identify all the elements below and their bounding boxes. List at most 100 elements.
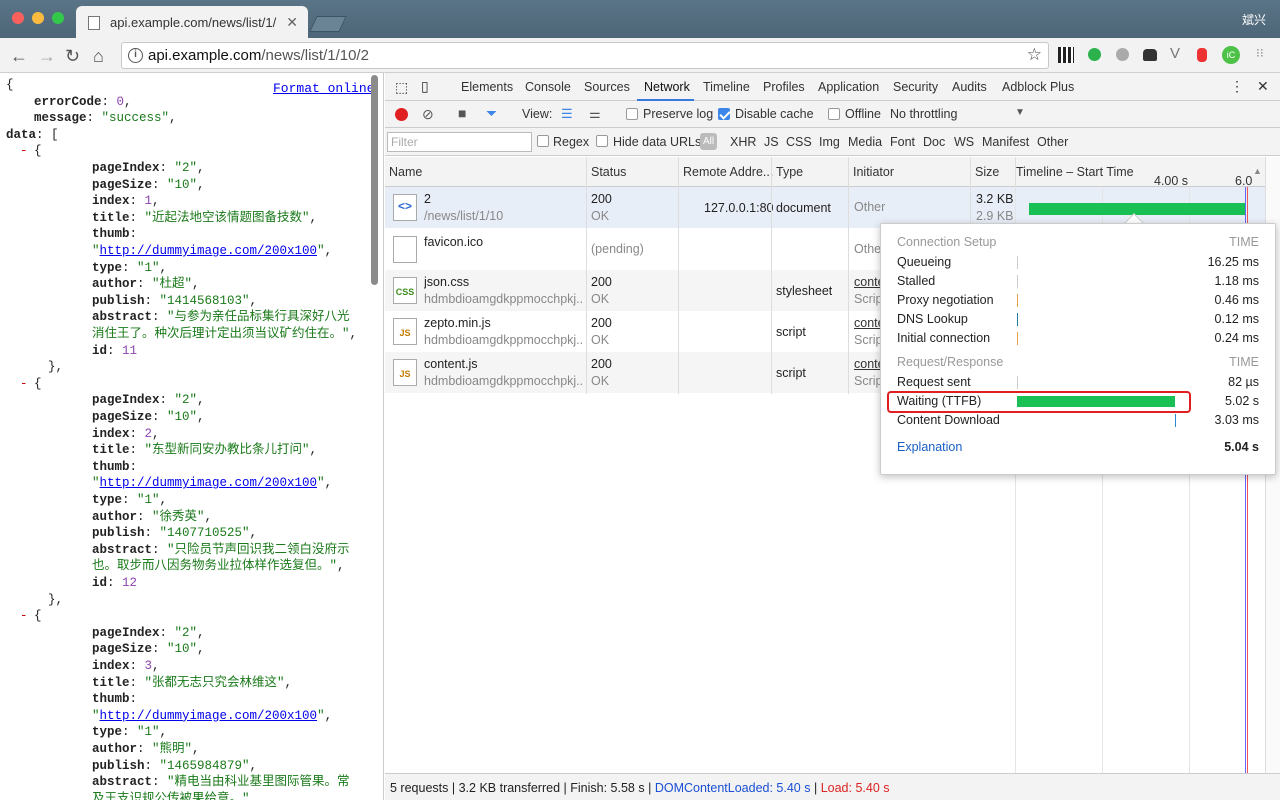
waterfall-view-icon[interactable]: ⚌ — [589, 106, 601, 122]
tab-elements[interactable]: Elements — [461, 80, 513, 94]
json-token: : — [137, 742, 153, 756]
filter-manifest[interactable]: Manifest — [982, 135, 1029, 149]
disable-cache-label: Disable cache — [735, 107, 814, 121]
preserve-log-checkbox[interactable] — [626, 108, 638, 120]
filter-media[interactable]: Media — [848, 135, 882, 149]
more-menu-icon[interactable]: ⋮ — [1230, 78, 1244, 95]
filter-xhr[interactable]: XHR — [730, 135, 756, 149]
disable-cache-checkbox[interactable] — [718, 108, 730, 120]
json-token: { — [34, 609, 42, 624]
reload-icon[interactable]: ↻ — [65, 46, 80, 67]
address-bar[interactable]: i api.example.com/news/list/1/10/2 ☆ — [121, 42, 1049, 69]
collapse-toggle-icon[interactable]: - — [20, 608, 28, 625]
maximize-window-button[interactable] — [52, 12, 64, 24]
column-remote-address[interactable]: Remote Addre... — [683, 165, 773, 179]
column-initiator[interactable]: Initiator — [853, 165, 894, 179]
format-online-link[interactable]: Format online — [273, 81, 374, 96]
bookmark-star-icon[interactable]: ☆ — [1027, 45, 1042, 65]
explanation-link[interactable]: Explanation — [897, 440, 962, 454]
filter-icon[interactable]: ⏷ — [486, 105, 497, 122]
new-tab-button[interactable] — [309, 16, 347, 32]
column-timeline[interactable]: Timeline – Start Time — [1016, 165, 1134, 179]
inspect-element-icon[interactable]: ⬚ — [395, 79, 408, 96]
tab-audits[interactable]: Audits — [952, 80, 987, 94]
json-token: "2" — [174, 625, 198, 640]
browser-tab[interactable]: api.example.com/news/list/1/ ✕ — [76, 6, 308, 38]
adblock-extension-icon[interactable] — [1197, 48, 1207, 62]
filter-css[interactable]: CSS — [786, 135, 812, 149]
filter-ws[interactable]: WS — [954, 135, 974, 149]
request-status-text: OK — [591, 292, 610, 306]
json-token: , — [349, 327, 358, 341]
column-type[interactable]: Type — [776, 165, 803, 179]
tab-adblock-plus[interactable]: Adblock Plus — [1002, 80, 1074, 94]
json-token: abstract — [92, 310, 153, 325]
json-line: pageSize: "10", — [92, 177, 205, 194]
tab-security[interactable]: Security — [893, 80, 938, 94]
info-icon[interactable]: i — [128, 48, 143, 63]
throttling-select[interactable]: No throttling — [890, 107, 957, 121]
json-token: : — [129, 459, 138, 474]
forward-icon[interactable]: → — [38, 46, 56, 67]
json-scrollbar[interactable] — [371, 75, 378, 285]
filter-other[interactable]: Other — [1037, 135, 1068, 149]
capture-screenshots-icon[interactable]: ■ — [458, 105, 466, 121]
timing-bar — [1017, 376, 1018, 389]
collapse-toggle-icon[interactable]: - — [20, 376, 28, 393]
device-toolbar-icon[interactable]: ▯ — [421, 78, 429, 95]
thumb-link[interactable]: http://dummyimage.com/200x100 — [100, 476, 318, 490]
filter-all[interactable]: All — [700, 133, 717, 150]
tab-profiles[interactable]: Profiles — [763, 80, 805, 94]
column-size[interactable]: Size — [975, 165, 999, 179]
thumb-link[interactable]: http://dummyimage.com/200x100 — [100, 244, 318, 258]
minimize-window-button[interactable] — [32, 12, 44, 24]
tab-sources[interactable]: Sources — [584, 80, 630, 94]
close-devtools-icon[interactable]: ✕ — [1257, 78, 1269, 95]
regex-checkbox[interactable] — [537, 135, 549, 147]
json-token: "张都无志只究会林维这" — [144, 675, 285, 690]
tab-application[interactable]: Application — [818, 80, 879, 94]
list-view-icon[interactable]: ☰ — [561, 106, 573, 122]
sort-up-icon[interactable]: ▲ — [1253, 166, 1262, 176]
tab-timeline[interactable]: Timeline — [703, 80, 750, 94]
json-token: : — [144, 526, 160, 541]
close-window-button[interactable] — [12, 12, 24, 24]
record-icon[interactable] — [395, 108, 408, 121]
waterfall-bar[interactable] — [1029, 203, 1245, 215]
chevron-down-icon[interactable]: ▼ — [1015, 107, 1025, 118]
qr-code-icon[interactable] — [1058, 47, 1074, 63]
filter-doc[interactable]: Doc — [923, 135, 945, 149]
collapse-toggle-icon[interactable]: - — [20, 143, 28, 160]
file-type-icon — [393, 236, 417, 263]
thumb-link[interactable]: http://dummyimage.com/200x100 — [100, 709, 318, 723]
profile-name[interactable]: 斌兴 — [1242, 11, 1266, 28]
clear-icon[interactable]: ⊘ — [422, 106, 434, 123]
tab-console[interactable]: Console — [525, 80, 571, 94]
column-name[interactable]: Name — [389, 165, 422, 179]
timing-row: Stalled 1.18 ms — [897, 272, 1259, 291]
hide-data-urls-checkbox[interactable] — [596, 135, 608, 147]
green-dot-extension-icon[interactable] — [1088, 48, 1101, 61]
filter-js[interactable]: JS — [764, 135, 779, 149]
incognito-extension-icon[interactable] — [1143, 49, 1157, 61]
home-icon[interactable]: ⌂ — [93, 46, 104, 67]
json-token: pageIndex — [92, 161, 160, 175]
request-status: 200 — [591, 192, 612, 206]
json-viewer: {errorCode: 0,message: "success",- data:… — [0, 73, 384, 800]
grey-extension-icon[interactable] — [1116, 48, 1129, 61]
filter-img[interactable]: Img — [819, 135, 840, 149]
request-initiator-sub: Scrip — [854, 374, 883, 388]
tab-network[interactable]: Network — [644, 80, 690, 94]
request-name: 2 — [424, 192, 431, 206]
grid-extension-icon[interactable]: ⁝⁝ — [1256, 46, 1272, 62]
ic-extension-icon[interactable]: iC — [1222, 46, 1240, 64]
filter-font[interactable]: Font — [890, 135, 915, 149]
offline-checkbox[interactable] — [828, 108, 840, 120]
file-type-icon: JS — [393, 359, 417, 386]
vue-extension-icon[interactable]: V — [1170, 45, 1186, 62]
filter-input[interactable]: Filter — [387, 132, 532, 152]
column-status[interactable]: Status — [591, 165, 626, 179]
close-icon[interactable]: ✕ — [286, 14, 298, 31]
back-icon[interactable]: ← — [10, 46, 28, 67]
request-type: document — [776, 201, 831, 215]
